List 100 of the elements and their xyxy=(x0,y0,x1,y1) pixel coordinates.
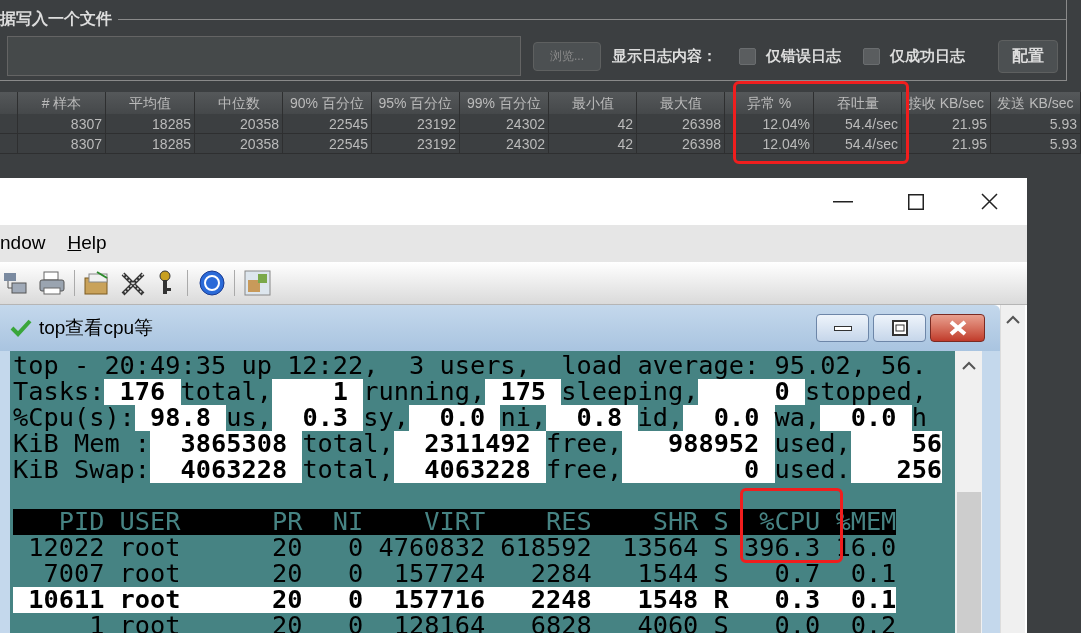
table-cell: 22545 xyxy=(283,114,372,133)
minimize-icon xyxy=(832,200,853,203)
highlighted-value: 0.0 xyxy=(409,405,501,431)
terminal-text: us, xyxy=(226,405,272,431)
terminal-text: running, xyxy=(363,379,486,405)
highlighted-value: 988952 xyxy=(622,431,775,457)
check-icon xyxy=(10,319,32,337)
folder-icon[interactable] xyxy=(83,270,111,296)
checkbox-label[interactable]: 仅成功日志 xyxy=(890,44,965,68)
checkbox[interactable] xyxy=(863,47,880,65)
column-header[interactable]: # 样本 xyxy=(18,92,106,114)
tools-icon[interactable] xyxy=(119,270,147,296)
table-cell: 12.04% xyxy=(725,134,814,153)
table-cell: 20358 xyxy=(195,114,283,133)
highlighted-value: 0 xyxy=(622,457,775,483)
column-header[interactable]: 平均值 xyxy=(106,92,195,114)
file-path-field[interactable] xyxy=(7,36,521,76)
table-cell: 23192 xyxy=(372,114,460,133)
column-header-blank[interactable] xyxy=(0,92,18,114)
highlighted-value: 56 xyxy=(850,431,943,457)
terminal-text: used, xyxy=(774,431,851,457)
table-cell: 42 xyxy=(549,114,637,133)
scroll-up-icon[interactable] xyxy=(961,361,976,370)
minimize-button[interactable] xyxy=(816,314,869,342)
highlighted-value: 0.8 xyxy=(546,405,638,431)
terminal-text: ni, xyxy=(500,405,547,431)
highlighted-value: 176 xyxy=(104,379,181,405)
terminal-text: h xyxy=(911,405,927,431)
table-cell: 8307 xyxy=(18,134,106,153)
table-cell: 18285 xyxy=(106,134,195,153)
checkbox-label[interactable]: 仅错误日志 xyxy=(766,44,841,68)
highlighted-value: 98.8 xyxy=(134,405,227,431)
printer-icon[interactable] xyxy=(38,270,66,296)
terminal-text: id, xyxy=(637,405,684,431)
column-header[interactable]: 接收 KB/sec xyxy=(902,92,991,114)
maximize-icon xyxy=(907,193,924,210)
table-cell: 21.95 xyxy=(902,134,991,153)
image-icon[interactable] xyxy=(244,270,271,296)
tree-icon[interactable] xyxy=(2,270,30,296)
column-header[interactable]: 吞吐量 xyxy=(814,92,902,114)
group-title: 据写入一个文件 xyxy=(0,9,112,29)
terminal-text: total, xyxy=(302,431,394,457)
highlighted-value: 0.0 xyxy=(683,405,775,431)
scrollbar-thumb[interactable] xyxy=(956,492,981,633)
table-cell: 23192 xyxy=(372,134,460,153)
column-header[interactable]: 99% 百分位 xyxy=(460,92,549,114)
column-header[interactable]: 中位数 xyxy=(195,92,283,114)
highlighted-value: 0.3 xyxy=(271,405,364,431)
column-header[interactable]: 发送 KB/sec xyxy=(991,92,1081,114)
table-cell: 26398 xyxy=(637,114,725,133)
table-cell: 5.93 xyxy=(991,114,1081,133)
restore-icon xyxy=(891,320,908,336)
column-header[interactable]: 最大值 xyxy=(637,92,725,114)
close-icon xyxy=(948,320,967,336)
table-cell: 5.93 xyxy=(991,134,1081,153)
close-button[interactable] xyxy=(930,314,985,342)
maximize-button[interactable] xyxy=(873,314,926,342)
highlighted-value: 2311492 xyxy=(393,431,547,457)
process-row-text: 7007 root 20 0 157724 2284 1544 S 0.7 0.1 xyxy=(42,561,897,587)
terminal-text: KiB Mem : xyxy=(13,431,151,457)
menu-item[interactable]: Help xyxy=(67,229,107,258)
terminal-text: %Cpu(s): xyxy=(13,405,135,431)
table-cell: 21.95 xyxy=(902,114,991,133)
column-header[interactable]: 异常 % xyxy=(725,92,814,114)
terminal-text: total, xyxy=(180,379,272,405)
help-icon[interactable] xyxy=(199,270,225,296)
terminal-text: top - 20:49:35 up 12:22, 3 users, load average: 95.02, 56. xyxy=(13,353,927,379)
column-header[interactable]: 90% 百分位 xyxy=(283,92,372,114)
table-cell: 42 xyxy=(549,134,637,153)
table-cell: 18285 xyxy=(106,114,195,133)
terminal-text: free, xyxy=(546,457,623,483)
key-icon[interactable] xyxy=(157,270,173,296)
highlighted-value: 1 xyxy=(271,379,364,405)
terminal-text: sy, xyxy=(363,405,410,431)
column-header[interactable]: 95% 百分位 xyxy=(372,92,460,114)
table-cell: 12.04% xyxy=(725,114,814,133)
terminal-text: free, xyxy=(546,431,623,457)
table-cell: 54.4/sec xyxy=(814,134,902,153)
terminal-text: used. xyxy=(774,457,851,483)
highlighted-value: 0 xyxy=(698,379,806,405)
table-cell: 24302 xyxy=(460,134,549,153)
highlighted-value: 4063228 xyxy=(393,457,547,483)
close-icon xyxy=(981,193,998,210)
scroll-up-icon[interactable] xyxy=(1006,315,1020,324)
process-row: 10611 root 20 0 157716 2248 1548 R 0.3 0.1 xyxy=(13,587,897,613)
minimize-icon xyxy=(833,325,852,331)
config-button[interactable]: 配置 xyxy=(998,39,1058,73)
table-cell: 24302 xyxy=(460,114,549,133)
terminal-text: sleeping, xyxy=(561,379,699,405)
highlighted-value: 175 xyxy=(485,379,562,405)
menu-item[interactable]: ndow xyxy=(0,229,46,258)
terminal-text: KiB Swap: xyxy=(13,457,151,483)
table-cell: 54.4/sec xyxy=(814,114,902,133)
inner-window-title: top查看cpu等 xyxy=(39,315,154,340)
column-header[interactable]: 最小值 xyxy=(549,92,637,114)
log-content-label: 显示日志内容： xyxy=(612,45,717,66)
terminal-text: total, xyxy=(302,457,394,483)
table-cell: 26398 xyxy=(637,134,725,153)
checkbox[interactable] xyxy=(739,47,756,65)
table-cell: 22545 xyxy=(283,134,372,153)
